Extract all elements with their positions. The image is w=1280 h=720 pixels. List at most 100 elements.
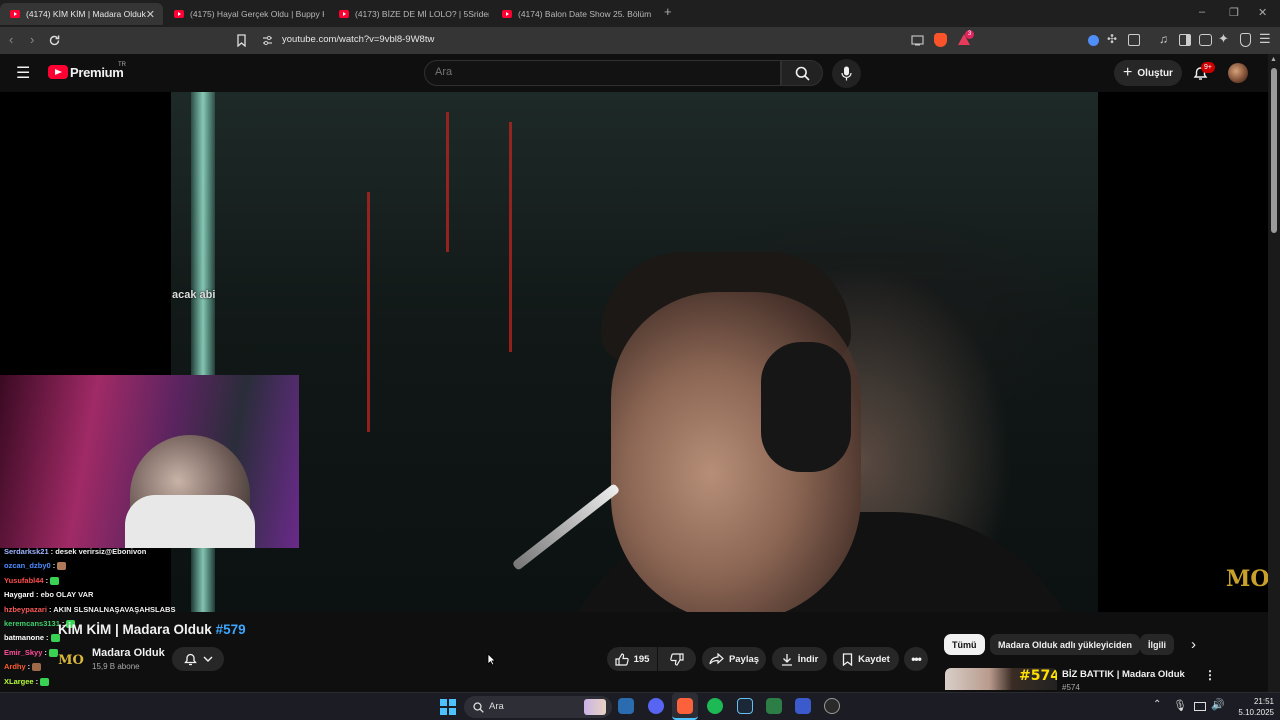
browser-tab[interactable]: (4175) Hayal Gerçek Oldu | Buppy Ka <box>164 3 324 25</box>
cast-icon[interactable] <box>911 35 924 46</box>
chip-all[interactable]: Tümü <box>944 634 985 655</box>
taskbar-search[interactable]: Ara <box>464 696 612 718</box>
site-settings-icon[interactable] <box>262 35 273 46</box>
spotify-icon[interactable] <box>707 698 723 714</box>
channel-watermark[interactable]: MO <box>1226 566 1268 592</box>
save-label: Kaydet <box>858 653 890 665</box>
chat-username: Yusufabl44 <box>4 575 44 585</box>
search-icon <box>795 66 810 81</box>
new-tab-button[interactable]: + <box>664 4 672 19</box>
youtube-header: ☰ Premium TR + Oluştur 9+ <box>0 54 1268 92</box>
browser-tab-strip: (4174) KİM KİM | Madara Olduk ✕ (4175) H… <box>0 0 1280 27</box>
download-button[interactable]: İndir <box>772 647 827 671</box>
chat-username: XLargee <box>4 676 34 686</box>
chip-from-uploader[interactable]: Madara Olduk adlı yükleyiciden <box>990 634 1141 655</box>
browser-menu-icon[interactable]: ☰ <box>1259 31 1271 47</box>
related-video-title[interactable]: BİZ BATTIK | Madara Olduk <box>1062 669 1185 680</box>
taskbar-clock[interactable]: 21:51 5.10.2025 <box>1232 696 1274 718</box>
search-button[interactable] <box>781 60 823 86</box>
steam-icon[interactable] <box>737 698 753 714</box>
network-icon[interactable] <box>1194 702 1206 711</box>
search-box[interactable] <box>424 60 781 86</box>
dislike-button[interactable] <box>658 647 696 671</box>
battlenet-icon[interactable] <box>795 698 811 714</box>
search-input[interactable] <box>435 66 765 78</box>
chat-username: Serdarksk21 <box>4 547 49 556</box>
subscriber-count: 15,9 B abone <box>92 662 140 671</box>
chat-separator: : <box>44 647 47 657</box>
rewards-badge: 3 <box>965 30 974 39</box>
subscription-bell-button[interactable] <box>172 647 224 671</box>
more-actions-button[interactable]: ••• <box>904 647 928 671</box>
privacy-shield-icon[interactable] <box>1240 33 1251 47</box>
microphone-tray-icon[interactable]: 🎙 <box>1173 699 1187 712</box>
share-button[interactable]: Paylaş <box>702 647 766 671</box>
browser-tab[interactable]: (4174) Balon Date Show 25. Bölüm D <box>492 3 652 25</box>
voice-search-button[interactable] <box>832 59 861 88</box>
chat-separator: : <box>45 575 49 585</box>
browser-toolbar: ‹ › youtube.com/watch?v=9vbl8-9W8tw 3 ✣ … <box>0 27 1280 54</box>
chat-username: Emir_Skyy <box>4 647 43 657</box>
video-title-text: KİM KİM | Madara Olduk <box>58 622 212 637</box>
address-bar[interactable]: youtube.com/watch?v=9vbl8-9W8tw <box>255 31 900 50</box>
forward-icon[interactable]: › <box>30 33 34 47</box>
scroll-up-icon[interactable]: ▲ <box>1270 56 1277 63</box>
chevron-down-icon <box>203 656 212 662</box>
scrollbar-thumb[interactable] <box>1271 68 1277 233</box>
channel-name[interactable]: Madara Olduk <box>92 647 165 659</box>
chat-message: XLargee: <box>4 675 204 689</box>
brave-shields-icon[interactable] <box>934 33 947 47</box>
related-more-menu-icon[interactable]: ⋮ <box>1204 668 1216 682</box>
video-player[interactable]: acak abi MO <box>0 92 1268 612</box>
leo-ai-icon[interactable]: ✦ <box>1218 31 1229 47</box>
chat-separator: : <box>46 633 49 643</box>
show-hidden-icons-icon[interactable]: ⌃ <box>1153 699 1161 710</box>
back-icon[interactable]: ‹ <box>9 33 13 47</box>
sidebar-toggle-icon[interactable] <box>1179 34 1191 46</box>
chip-related[interactable]: İlgili <box>1140 634 1174 655</box>
reader-mode-icon[interactable] <box>1128 34 1140 46</box>
volume-icon[interactable]: 🔊 <box>1211 698 1225 711</box>
vpn-extension-icon[interactable] <box>1088 35 1099 46</box>
like-button[interactable]: 195 <box>607 647 657 671</box>
mail-app-icon[interactable] <box>618 698 634 714</box>
youtube-logo-icon[interactable] <box>48 65 68 79</box>
discord-icon[interactable] <box>648 698 664 714</box>
restore-window-icon[interactable]: ❐ <box>1229 6 1239 19</box>
page-scrollbar[interactable]: ▲ <box>1268 54 1280 692</box>
chat-text: desek verirsiz@Ebonivon <box>55 547 147 556</box>
obs-icon[interactable] <box>824 698 840 714</box>
browser-tab[interactable]: (4173) BİZE DE Mİ LOLO? | 5Sriders | <box>329 3 489 25</box>
chat-text: ebo OLAY VAR <box>40 590 94 600</box>
channel-avatar[interactable]: MO <box>57 646 85 674</box>
youtube-favicon-icon <box>339 10 349 18</box>
extensions-icon[interactable]: ✣ <box>1107 32 1117 46</box>
microphone-icon <box>841 66 852 81</box>
youtube-logo-text[interactable]: Premium <box>70 65 124 80</box>
xbox-app-icon[interactable] <box>766 698 782 714</box>
hamburger-menu-icon[interactable]: ☰ <box>16 63 30 83</box>
media-control-icon[interactable]: ♫ <box>1159 32 1168 46</box>
chat-text: AKIN SLSNALNAŞAVAŞAHSLABS <box>53 604 176 614</box>
youtube-favicon-icon <box>174 10 184 18</box>
browser-tab-active[interactable]: (4174) KİM KİM | Madara Olduk ✕ <box>0 3 163 25</box>
create-button[interactable]: + Oluştur <box>1114 60 1182 86</box>
chips-next-icon[interactable]: › <box>1191 636 1196 653</box>
reload-icon[interactable] <box>48 34 61 47</box>
bookmark-icon[interactable] <box>236 34 247 47</box>
chat-emote-icon <box>40 677 50 686</box>
video-title-hashtag[interactable]: #579 <box>216 622 246 637</box>
tab-label: (4175) Hayal Gerçek Oldu | Buppy Ka <box>190 9 324 19</box>
minimize-window-icon[interactable]: – <box>1199 6 1205 18</box>
plus-icon: + <box>1123 64 1133 81</box>
tab-label: (4173) BİZE DE Mİ LOLO? | 5Sriders | <box>355 9 489 19</box>
related-video-thumbnail[interactable]: #574 <box>945 668 1057 690</box>
headset <box>761 342 851 472</box>
user-avatar[interactable] <box>1228 63 1248 83</box>
share-icon <box>709 653 724 665</box>
windows-start-icon[interactable] <box>440 699 456 715</box>
wallet-icon[interactable] <box>1199 34 1212 46</box>
close-tab-icon[interactable]: ✕ <box>146 8 155 21</box>
save-button[interactable]: Kaydet <box>833 647 899 671</box>
close-window-icon[interactable]: ✕ <box>1258 6 1267 19</box>
